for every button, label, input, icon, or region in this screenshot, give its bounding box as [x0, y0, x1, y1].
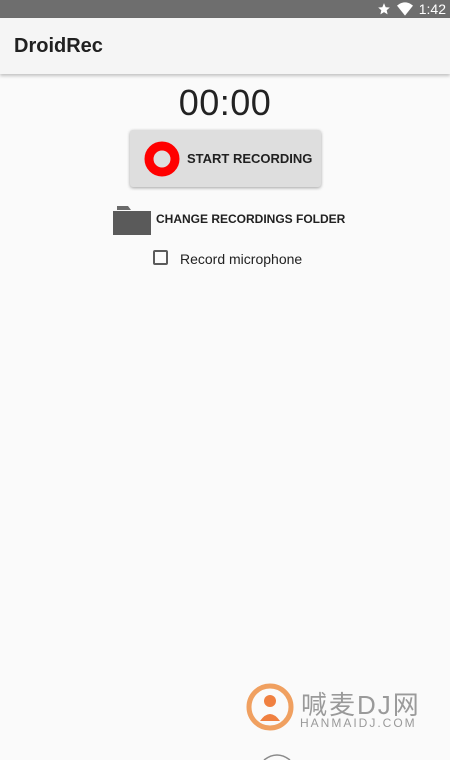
- record-icon: [144, 141, 180, 177]
- start-recording-label: START RECORDING: [187, 151, 313, 166]
- watermark-logo: [246, 683, 294, 731]
- recording-timer: 00:00: [178, 82, 272, 123]
- watermark-url: HANMAIDJ.COM: [300, 716, 417, 730]
- app-bar: DroidRec: [0, 18, 450, 74]
- folder-icon: [113, 204, 151, 236]
- app-title: DroidRec: [14, 35, 103, 57]
- status-bar: 1:42: [0, 0, 450, 18]
- wifi-icon: [396, 2, 413, 16]
- star-icon: [377, 2, 391, 16]
- watermark: 喊麦DJ网 HANMAIDJ.COM: [246, 683, 446, 733]
- record-microphone-label: Record microphone: [180, 251, 303, 267]
- record-microphone-checkbox[interactable]: [153, 250, 168, 265]
- bottom-decoration: [263, 754, 291, 760]
- status-time: 1:42: [418, 1, 446, 17]
- status-icons: 1:42: [377, 0, 446, 18]
- start-recording-button[interactable]: START RECORDING: [130, 130, 321, 187]
- change-folder-label: CHANGE RECORDINGS FOLDER: [156, 212, 346, 226]
